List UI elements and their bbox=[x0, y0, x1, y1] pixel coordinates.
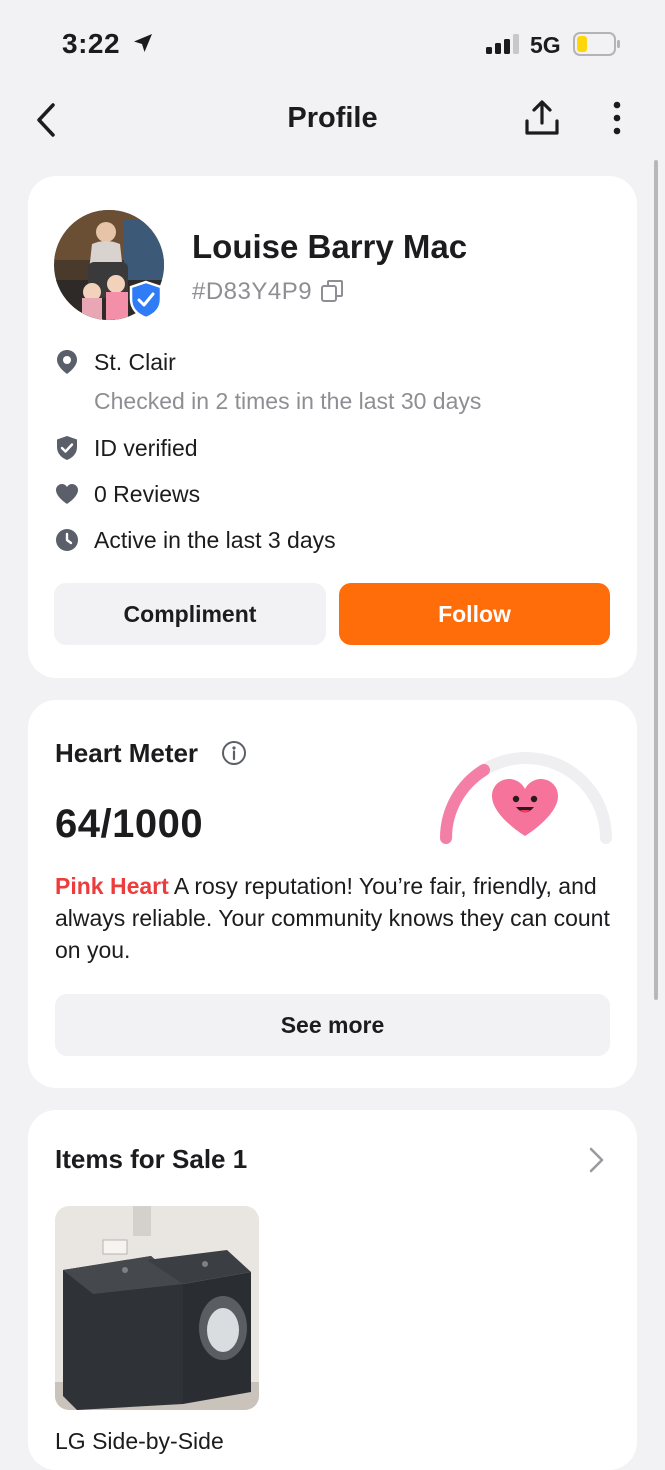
verified-badge-icon bbox=[129, 280, 163, 320]
id-verified-row: ID verified bbox=[54, 432, 198, 464]
heart-meter-gauge bbox=[440, 752, 612, 844]
profile-card: Louise Barry Mac #D83Y4P9 St. Clair Chec… bbox=[28, 176, 637, 678]
chevron-right-icon[interactable] bbox=[586, 1146, 606, 1174]
reviews-row: 0 Reviews bbox=[54, 478, 200, 510]
clock-icon bbox=[56, 529, 78, 551]
battery-icon bbox=[573, 32, 620, 56]
items-for-sale-card: Items for Sale 1 LG Side-by-Side bbox=[28, 1110, 637, 1470]
share-icon bbox=[525, 100, 559, 135]
activity-row: Active in the last 3 days bbox=[54, 524, 336, 556]
location-row: St. Clair bbox=[54, 346, 176, 378]
status-bar: 3:22 5G bbox=[0, 0, 665, 90]
network-type: 5G bbox=[530, 32, 561, 58]
shield-check-icon bbox=[57, 436, 77, 460]
signal-icon bbox=[486, 34, 519, 54]
user-name: Louise Barry Mac bbox=[192, 228, 468, 265]
heart-meter-score: 64/1000 bbox=[55, 802, 204, 846]
copy-icon[interactable] bbox=[320, 279, 344, 303]
status-time: 3:22 bbox=[62, 28, 121, 59]
heart-meter-card: Heart Meter 64/1000 Pink Heart A rosy re… bbox=[28, 700, 637, 1088]
heart-meter-title: Heart Meter bbox=[55, 738, 199, 768]
user-code: #D83Y4P9 bbox=[192, 278, 313, 305]
info-icon[interactable] bbox=[221, 740, 247, 766]
see-more-button[interactable]: See more bbox=[55, 994, 610, 1056]
compliment-button[interactable]: Compliment bbox=[54, 583, 326, 645]
location-text: St. Clair bbox=[94, 348, 176, 375]
activity-text: Active in the last 3 days bbox=[94, 526, 336, 553]
more-vertical-icon bbox=[613, 101, 621, 135]
scrollbar[interactable] bbox=[654, 160, 658, 1000]
share-button[interactable] bbox=[520, 96, 564, 140]
location-pin-icon bbox=[57, 350, 77, 374]
location-arrow-icon bbox=[134, 34, 152, 52]
item-thumbnail[interactable] bbox=[55, 1206, 259, 1410]
items-for-sale-title: Items for Sale 1 bbox=[55, 1144, 248, 1174]
page-title: Profile bbox=[287, 102, 378, 134]
id-verified-text: ID verified bbox=[94, 434, 198, 461]
heart-tier-label: Pink Heart bbox=[55, 873, 169, 899]
reviews-text: 0 Reviews bbox=[94, 480, 201, 507]
follow-button[interactable]: Follow bbox=[339, 583, 610, 645]
heart-meter-description: Pink Heart A rosy reputation! You’re fai… bbox=[55, 870, 615, 966]
more-options-button[interactable] bbox=[600, 96, 634, 140]
washer-dryer-photo bbox=[55, 1206, 259, 1410]
item-title: LG Side-by-Side bbox=[55, 1428, 224, 1454]
smiling-heart-icon bbox=[492, 779, 558, 836]
checkins-text: Checked in 2 times in the last 30 days bbox=[94, 388, 482, 414]
heart-icon bbox=[56, 484, 78, 504]
navigation-bar: Profile bbox=[0, 90, 665, 150]
